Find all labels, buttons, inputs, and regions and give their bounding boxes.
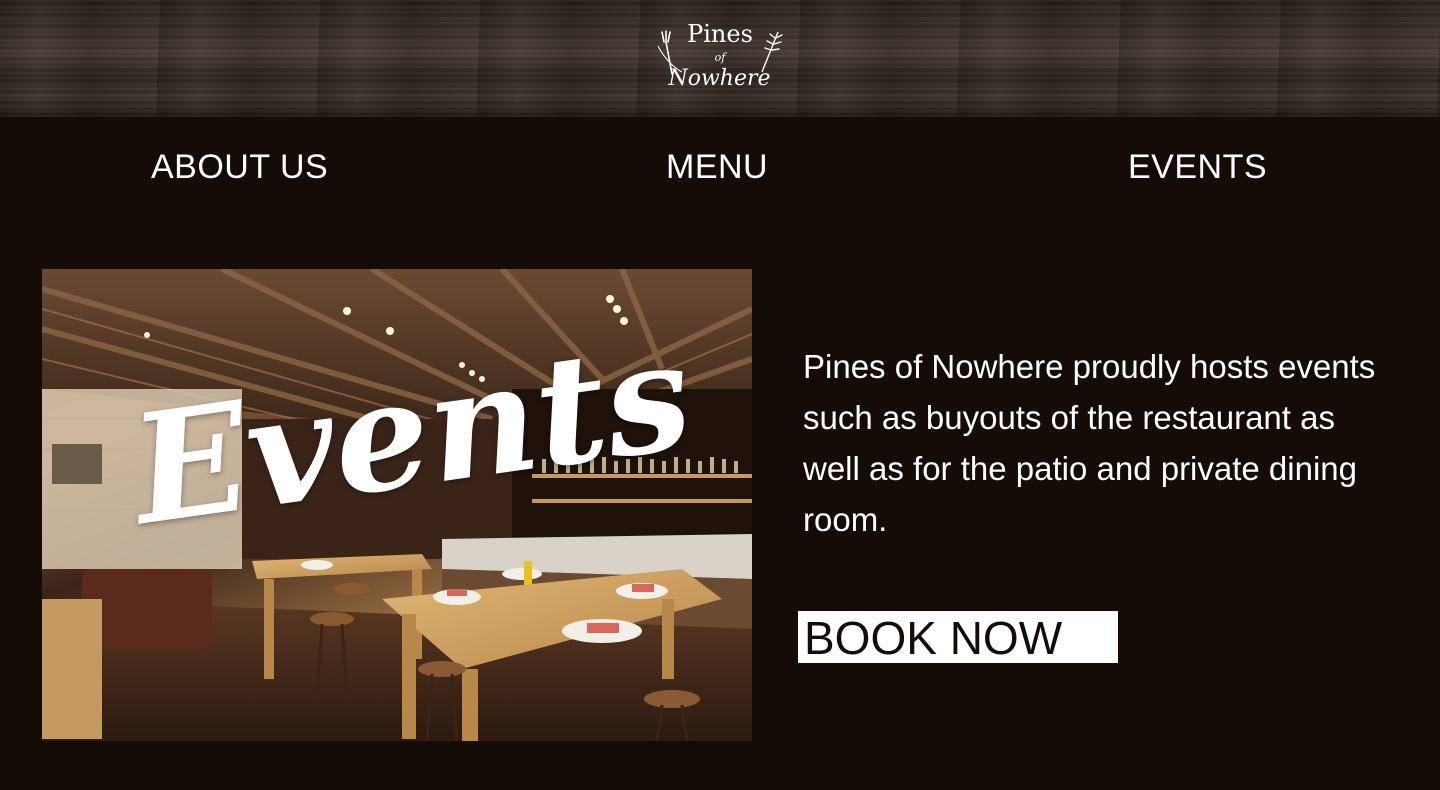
events-description: Pines of Nowhere proudly hosts events su… <box>803 348 1376 538</box>
main-nav: ABOUT US MENU EVENTS <box>0 148 1440 192</box>
brand-name-line2: of <box>714 51 726 64</box>
nav-item-about-us[interactable]: ABOUT US <box>151 148 328 187</box>
brand-name-line1: Pines <box>687 20 753 48</box>
nav-item-events[interactable]: EVENTS <box>1128 148 1267 187</box>
site-header: Pines of Nowhere <box>0 0 1440 118</box>
events-hero-photo: Events <box>42 269 752 741</box>
book-now-button[interactable]: BOOK NOW <box>798 611 1118 663</box>
brand-logo[interactable]: Pines of Nowhere <box>654 18 784 98</box>
brand-name-line3: Nowhere <box>668 66 771 91</box>
nav-item-menu[interactable]: MENU <box>666 148 768 187</box>
